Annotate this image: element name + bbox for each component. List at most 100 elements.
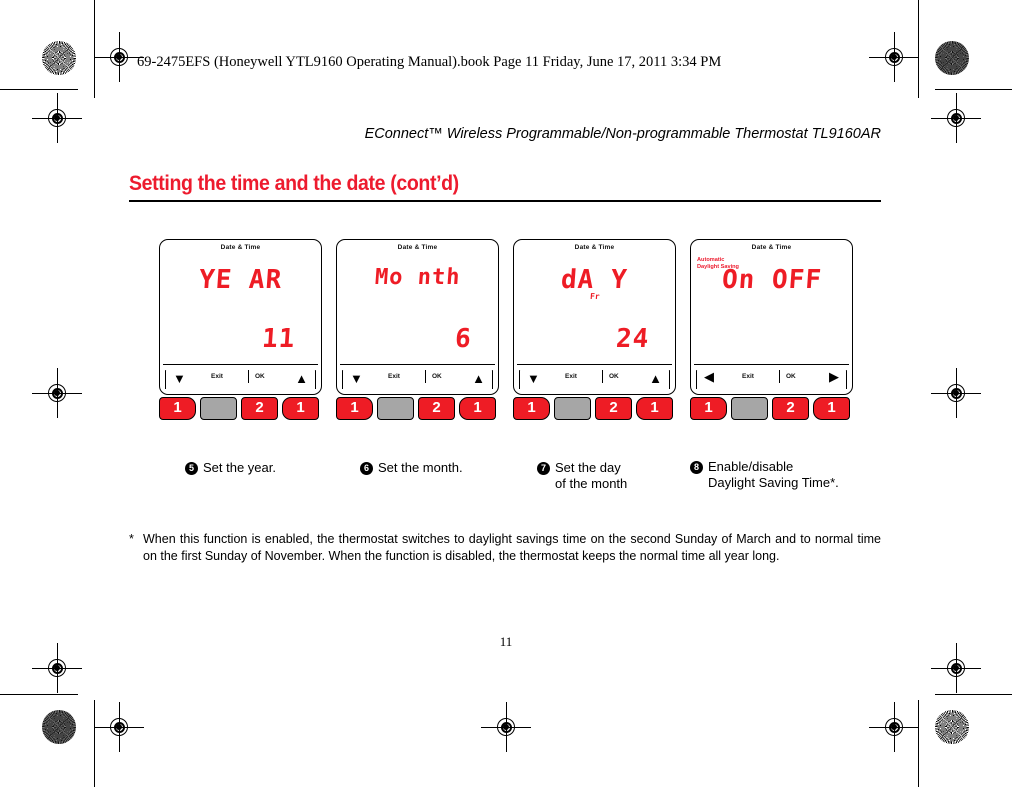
thermostat-button-row: 1 2 1 xyxy=(159,397,322,423)
registration-mark-right-lower xyxy=(931,643,981,693)
footnote: * When this function is enabled, the the… xyxy=(129,531,881,564)
legend-ok-label: OK xyxy=(432,373,442,380)
trim-line-top-left xyxy=(0,89,78,90)
step-number-badge: 6 xyxy=(360,462,373,475)
lcd-header-label: Date & Time xyxy=(220,244,261,251)
lcd-softkey-legend: ◀ Exit OK ▶ xyxy=(694,364,849,391)
hardware-button-1-left[interactable]: 1 xyxy=(159,397,196,420)
lcd-value-month: 6 xyxy=(454,324,474,354)
lcd-header-label: Date & Time xyxy=(397,244,438,251)
legend-divider xyxy=(425,370,426,383)
down-arrow-icon: ▼ xyxy=(350,371,363,386)
legend-ok-label: OK xyxy=(255,373,265,380)
legend-exit-label: Exit xyxy=(388,373,400,380)
trim-line-right-bottom xyxy=(918,700,919,787)
hardware-button-2[interactable]: 2 xyxy=(418,397,455,420)
thermostat-screen-month: Date & Time Mo nth 6 ▼ Exit OK ▲ 1 2 1 xyxy=(336,239,499,420)
hardware-button-1-right[interactable]: 1 xyxy=(459,397,496,420)
caption-step-5: 5 Set the year. xyxy=(185,460,276,476)
registration-mark-bottom-left-inner xyxy=(94,702,144,752)
registration-mark-bottom-right-inner xyxy=(869,702,919,752)
step-number-badge: 8 xyxy=(690,461,703,474)
registration-mark-right-middle xyxy=(931,368,981,418)
registration-mark-bottom-center xyxy=(481,702,531,752)
registration-mark-left-middle xyxy=(32,368,82,418)
lcd-softkey-legend: ▼ Exit OK ▲ xyxy=(517,364,672,391)
legend-divider xyxy=(602,370,603,383)
lcd-softkey-legend: ▼ Exit OK ▲ xyxy=(163,364,318,391)
running-head: EConnect™ Wireless Programmable/Non-prog… xyxy=(364,126,881,142)
softkey-outline-left xyxy=(696,370,732,389)
hardware-button-blank[interactable] xyxy=(200,397,237,420)
legend-exit-label: Exit xyxy=(742,373,754,380)
hardware-button-2[interactable]: 2 xyxy=(772,397,809,420)
left-arrow-icon: ◀ xyxy=(704,369,714,384)
registration-mark-top-right-inner xyxy=(869,32,919,82)
hardware-button-blank[interactable] xyxy=(377,397,414,420)
up-arrow-icon: ▲ xyxy=(649,371,662,386)
thermostat-figure-row: Date & Time YE AR 11 ▼ Exit OK ▲ 1 2 1 D… xyxy=(159,239,859,439)
thermostat-button-row: 1 2 1 xyxy=(336,397,499,423)
lcd-softkey-legend: ▼ Exit OK ▲ xyxy=(340,364,495,391)
hardware-button-1-right[interactable]: 1 xyxy=(636,397,673,420)
lcd-header-label: Date & Time xyxy=(751,244,792,251)
registration-mark-top-left-inner xyxy=(94,32,144,82)
step-number-badge: 5 xyxy=(185,462,198,475)
thermostat-screen-day: Date & Time dA Y Fr 24 ▼ Exit OK ▲ 1 2 1 xyxy=(513,239,676,420)
up-arrow-icon: ▲ xyxy=(295,371,308,386)
legend-exit-label: Exit xyxy=(211,373,223,380)
registration-starburst-bottom-left xyxy=(42,710,76,744)
down-arrow-icon: ▼ xyxy=(173,371,186,386)
trim-line-top-right xyxy=(935,89,1012,90)
print-job-header: 69-2475EFS (Honeywell YTL9160 Operating … xyxy=(137,54,722,70)
caption-step-7: 7 Set the day of the month xyxy=(537,460,627,492)
lcd-panel: Date & Time Mo nth 6 ▼ Exit OK ▲ xyxy=(336,239,499,395)
lcd-header-label: Date & Time xyxy=(574,244,615,251)
thermostat-button-row: 1 2 1 xyxy=(690,397,853,423)
caption-step-6: 6 Set the month. xyxy=(360,460,463,476)
hardware-button-blank[interactable] xyxy=(731,397,768,420)
hardware-button-1-left[interactable]: 1 xyxy=(336,397,373,420)
title-underline-rule xyxy=(129,200,881,202)
caption-text: Set the month. xyxy=(378,460,463,475)
legend-divider xyxy=(779,370,780,383)
hardware-button-blank[interactable] xyxy=(554,397,591,420)
registration-starburst-bottom-right xyxy=(935,710,969,744)
hardware-button-1-left[interactable]: 1 xyxy=(690,397,727,420)
caption-text: Enable/disable Daylight Saving Time*. xyxy=(708,459,839,490)
hardware-button-1-left[interactable]: 1 xyxy=(513,397,550,420)
trim-line-left-bottom xyxy=(94,700,95,787)
down-arrow-icon: ▼ xyxy=(527,371,540,386)
legend-ok-label: OK xyxy=(609,373,619,380)
hardware-button-1-right[interactable]: 1 xyxy=(282,397,319,420)
step-number-badge: 7 xyxy=(537,462,550,475)
lcd-word-month: Mo nth xyxy=(373,265,462,290)
trim-line-right xyxy=(918,0,919,98)
hardware-button-2[interactable]: 2 xyxy=(241,397,278,420)
up-arrow-icon: ▲ xyxy=(472,371,485,386)
lcd-word-year: YE AR xyxy=(197,265,284,295)
registration-starburst-top-right xyxy=(935,41,969,75)
caption-text: Set the day of the month xyxy=(555,460,628,491)
lcd-value-day: 24 xyxy=(614,324,651,354)
legend-exit-label: Exit xyxy=(565,373,577,380)
caption-step-8: 8 Enable/disable Daylight Saving Time*. xyxy=(690,459,839,491)
registration-starburst-top-left xyxy=(42,41,76,75)
hardware-button-2[interactable]: 2 xyxy=(595,397,632,420)
lcd-panel: Date & Time Automatic Daylight Saving On… xyxy=(690,239,853,395)
registration-mark-right-upper xyxy=(931,93,981,143)
lcd-word-day: dA Y xyxy=(560,265,629,295)
page-number: 11 xyxy=(499,634,513,649)
lcd-value-year: 11 xyxy=(260,324,297,354)
registration-mark-left-lower xyxy=(32,643,82,693)
hardware-button-1-right[interactable]: 1 xyxy=(813,397,850,420)
lcd-day-of-week: Fr xyxy=(589,292,600,301)
page-title: Setting the time and the date (cont’d) xyxy=(129,172,459,195)
lcd-panel: Date & Time dA Y Fr 24 ▼ Exit OK ▲ xyxy=(513,239,676,395)
trim-line-left xyxy=(94,0,95,98)
legend-ok-label: OK xyxy=(786,373,796,380)
legend-divider xyxy=(248,370,249,383)
thermostat-screen-daylight-saving: Date & Time Automatic Daylight Saving On… xyxy=(690,239,853,420)
footnote-marker: * xyxy=(129,532,134,546)
lcd-panel: Date & Time YE AR 11 ▼ Exit OK ▲ xyxy=(159,239,322,395)
